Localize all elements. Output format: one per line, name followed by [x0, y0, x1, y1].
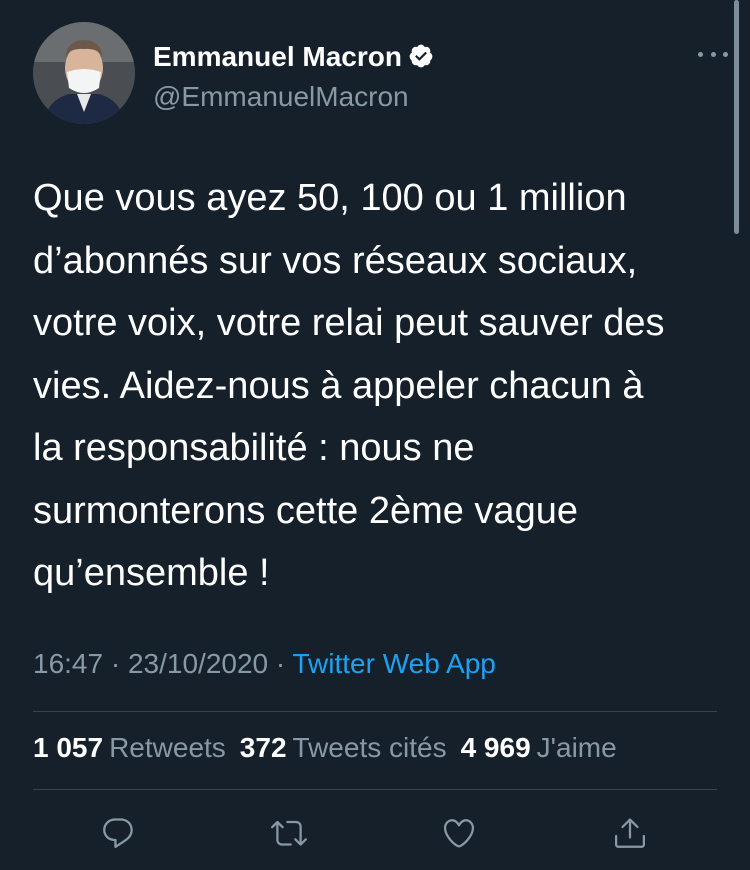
reply-button[interactable]	[93, 808, 143, 858]
verified-badge-icon	[409, 44, 433, 68]
like-button[interactable]	[434, 808, 484, 858]
retweets-label: Retweets	[109, 732, 226, 763]
tweet-stats: 1 057 Retweets 372 Tweets cités 4 969 J'aime	[33, 732, 631, 772]
quotes-count: 372	[239, 732, 287, 763]
tweet-actions	[0, 808, 750, 858]
quotes-label: Tweets cités	[292, 732, 447, 763]
retweet-icon	[271, 820, 307, 846]
retweet-button[interactable]	[264, 808, 314, 858]
quotes-stat[interactable]: 372 Tweets cités	[240, 732, 461, 763]
retweets-stat[interactable]: 1 057 Retweets	[33, 732, 240, 763]
divider	[33, 711, 717, 712]
tweet-meta: 16:47 · 23/10/2020 · Twitter Web App	[33, 648, 496, 688]
divider	[33, 789, 717, 790]
meta-separator: ·	[103, 648, 128, 679]
avatar-image	[33, 22, 135, 124]
user-handle[interactable]: @EmmanuelMacron	[153, 81, 409, 113]
tweet-date[interactable]: 23/10/2020	[128, 648, 268, 679]
tweet-text: Que vous ayez 50, 100 ou 1 million d’abo…	[33, 177, 665, 594]
heart-icon	[443, 819, 475, 848]
meta-separator: ·	[268, 648, 293, 679]
tweet-time[interactable]: 16:47	[33, 648, 103, 679]
likes-label: J'aime	[536, 732, 617, 763]
more-options-icon[interactable]	[693, 44, 733, 64]
display-name-text: Emmanuel Macron	[153, 41, 402, 72]
share-button[interactable]	[605, 808, 655, 858]
retweets-count: 1 057	[33, 732, 104, 763]
reply-icon	[103, 818, 133, 848]
display-name[interactable]: Emmanuel Macron	[153, 41, 434, 73]
share-icon	[615, 818, 645, 848]
tweet-detail: Emmanuel Macron @EmmanuelMacron Que vous…	[0, 0, 750, 870]
likes-stat[interactable]: 4 969 J'aime	[461, 732, 631, 763]
avatar[interactable]	[33, 22, 135, 124]
tweet-header: Emmanuel Macron @EmmanuelMacron	[33, 22, 728, 126]
likes-count: 4 969	[460, 732, 531, 763]
tweet-source-link[interactable]: Twitter Web App	[293, 648, 496, 679]
scrollbar[interactable]	[734, 0, 739, 234]
